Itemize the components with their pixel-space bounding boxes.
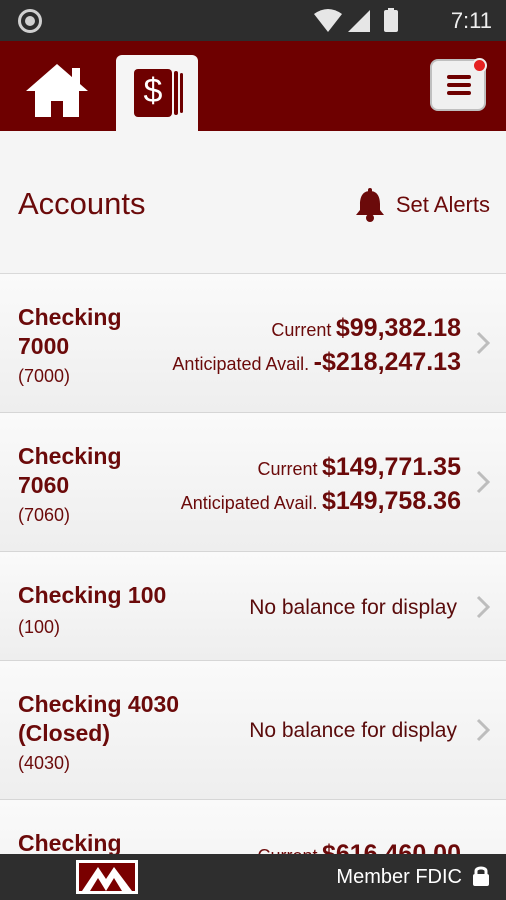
- account-name: Checking: [18, 830, 122, 854]
- tab-accounts[interactable]: $: [116, 55, 198, 132]
- set-alerts-button[interactable]: Set Alerts: [354, 187, 490, 223]
- current-label: Current: [271, 320, 332, 340]
- bank-logo: [76, 860, 138, 894]
- current-balance: Current $99,382.18: [271, 314, 461, 343]
- menu-button[interactable]: [430, 58, 487, 111]
- account-number: (4030): [18, 753, 71, 773]
- status-bar: 7:11: [0, 0, 506, 41]
- current-amount: $99,382.18: [335, 314, 461, 342]
- account-name: Checking 7000: [18, 304, 122, 359]
- lock-icon: [473, 866, 489, 886]
- current-label: Current: [257, 846, 317, 854]
- account-name: Checking 100: [18, 582, 167, 608]
- member-fdic: Member FDIC: [336, 866, 462, 888]
- account-status: (Closed): [18, 720, 110, 746]
- battery-icon: [384, 10, 398, 32]
- account-list: Checking 7000 (7000) Current $99,382.18 …: [0, 274, 506, 854]
- chevron-right-icon: [476, 331, 491, 355]
- page-header: Accounts Set Alerts: [0, 131, 506, 274]
- current-balance: Current $149,771.35: [257, 453, 461, 482]
- avail-amount: $149,758.36: [321, 487, 461, 515]
- account-row-checking-4030[interactable]: Checking 4030 (Closed) (4030) No balance…: [0, 661, 506, 800]
- available-balance: Anticipated Avail. -$218,247.13: [172, 348, 461, 377]
- account-number: (7060): [18, 505, 71, 525]
- account-row-checking-7060[interactable]: Checking 7060 (7060) Current $149,771.35…: [0, 413, 506, 552]
- set-alerts-label: Set Alerts: [395, 192, 490, 217]
- notification-badge: [472, 58, 487, 73]
- account-row-checking-7000[interactable]: Checking 7000 (7000) Current $99,382.18 …: [0, 274, 506, 413]
- account-name: Checking 4030: [18, 691, 180, 717]
- status-icons: [314, 8, 398, 32]
- current-label: Current: [257, 459, 318, 479]
- home-icon[interactable]: [22, 61, 92, 119]
- top-nav: $: [0, 41, 506, 132]
- account-name: Checking 7060: [18, 443, 122, 498]
- accounts-dollar-icon: $: [134, 69, 172, 117]
- current-amount: $616,460.00: [321, 840, 461, 854]
- page-title: Accounts: [18, 186, 146, 221]
- current-amount: $149,771.35: [321, 453, 461, 481]
- avail-amount: -$218,247.13: [313, 348, 461, 376]
- chevron-right-icon: [476, 470, 491, 494]
- signal-icon: [348, 10, 370, 32]
- no-balance-text: No balance for display: [249, 596, 457, 619]
- chevron-right-icon: [476, 595, 491, 619]
- bell-icon: [355, 188, 384, 222]
- chevron-right-icon: [476, 718, 491, 742]
- notification-dot-icon: [18, 9, 42, 33]
- clock: 7:11: [450, 8, 492, 33]
- wifi-icon: [314, 9, 342, 32]
- account-row-checking-100[interactable]: Checking 100 (100) No balance for displa…: [0, 552, 506, 661]
- avail-label: Anticipated Avail.: [172, 354, 310, 374]
- no-balance-text: No balance for display: [249, 719, 457, 742]
- account-row-checking[interactable]: Checking Current $616,460.00: [0, 800, 506, 854]
- menu-icon: [447, 75, 471, 79]
- account-number: (100): [18, 617, 61, 637]
- current-balance: Current $616,460.00: [257, 840, 461, 854]
- avail-label: Anticipated Avail.: [180, 493, 318, 513]
- footer: Member FDIC: [0, 854, 506, 900]
- account-number: (7000): [18, 366, 71, 386]
- available-balance: Anticipated Avail. $149,758.36: [181, 487, 461, 516]
